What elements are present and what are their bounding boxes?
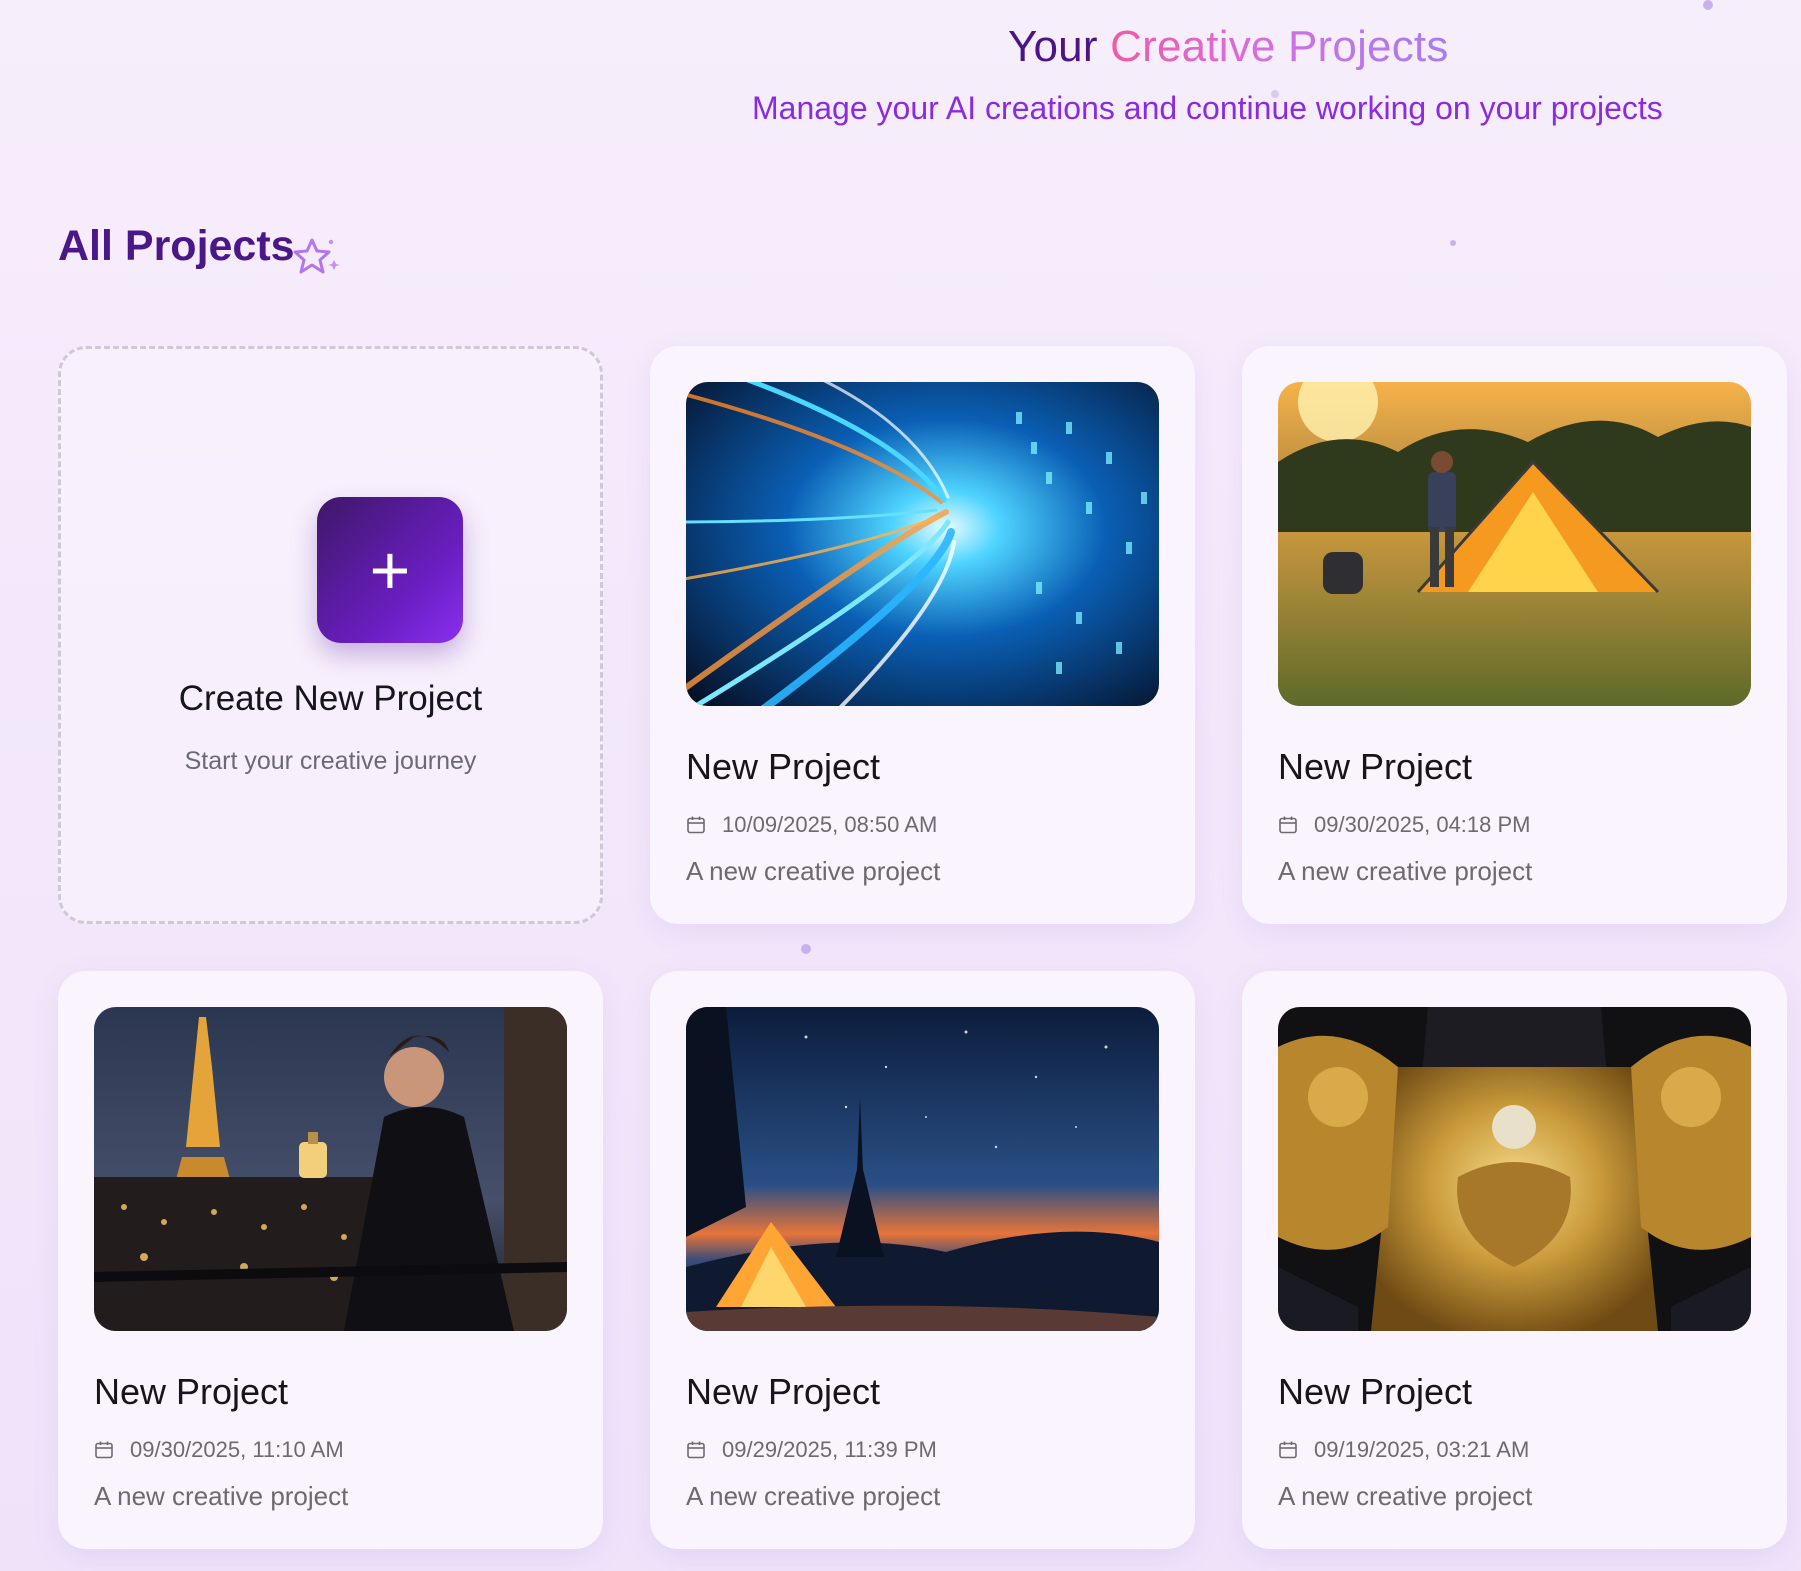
project-thumbnail[interactable] <box>94 1007 567 1331</box>
starry-tent-image <box>686 1007 1159 1331</box>
project-thumbnail[interactable] <box>1278 1007 1751 1331</box>
project-card[interactable]: New Project 09/19/2025, 03:21 AM A new c… <box>1242 971 1787 1549</box>
project-description: A new creative project <box>1278 856 1533 886</box>
project-date: 09/29/2025, 11:39 PM <box>686 1437 937 1463</box>
section-title: All Projects <box>58 222 295 270</box>
create-card-title: Create New Project <box>178 679 483 718</box>
project-card[interactable]: New Project 09/29/2025, 11:39 PM A new c… <box>650 971 1195 1549</box>
project-date: 09/19/2025, 03:21 AM <box>1278 1437 1529 1463</box>
sparkle-star-icon <box>293 238 340 274</box>
camper-tent-image <box>1278 382 1751 706</box>
project-date-text: 10/09/2025, 08:50 AM <box>722 812 938 837</box>
project-card[interactable]: New Project 09/30/2025, 04:18 PM A new c… <box>1242 346 1787 924</box>
project-date-text: 09/30/2025, 04:18 PM <box>1314 812 1531 837</box>
project-thumbnail[interactable] <box>686 1007 1159 1331</box>
perfume-eiffel-image <box>94 1007 567 1331</box>
page-title-part1: Your <box>1008 22 1098 71</box>
project-card[interactable]: New Project 10/09/2025, 08:50 AM A new c… <box>650 346 1195 924</box>
project-description: A new creative project <box>686 1481 941 1511</box>
plus-icon: + <box>369 531 411 609</box>
create-project-plus-button[interactable]: + <box>317 497 463 643</box>
project-date-text: 09/30/2025, 11:10 AM <box>130 1437 344 1462</box>
project-card[interactable]: New Project 09/30/2025, 11:10 AM A new c… <box>58 971 603 1549</box>
page-subtitle: Manage your AI creations and continue wo… <box>752 90 1663 126</box>
project-title: New Project <box>686 1371 881 1412</box>
calendar-icon <box>687 816 705 834</box>
project-description: A new creative project <box>94 1481 349 1511</box>
calendar-icon <box>1279 1441 1297 1459</box>
project-description: A new creative project <box>686 856 941 886</box>
neon-tunnel-image <box>686 382 1159 706</box>
calendar-icon <box>95 1441 113 1459</box>
page-title-part2: Creative Projects <box>1110 22 1449 71</box>
golden-armor-image <box>1278 1007 1751 1331</box>
project-title: New Project <box>1278 1371 1473 1412</box>
calendar-icon <box>1279 816 1297 834</box>
calendar-icon <box>687 1441 705 1459</box>
create-card-subtitle: Start your creative journey <box>184 747 477 775</box>
page-title: Your Creative Projects <box>1008 22 1449 72</box>
project-date: 10/09/2025, 08:50 AM <box>686 812 937 838</box>
project-thumbnail[interactable] <box>686 382 1159 706</box>
project-thumbnail[interactable] <box>1278 382 1751 706</box>
project-date: 09/30/2025, 04:18 PM <box>1278 812 1531 838</box>
project-title: New Project <box>1278 746 1473 787</box>
decorative-dot <box>801 944 811 954</box>
decorative-dot <box>1703 0 1713 10</box>
create-new-project-card[interactable]: + Create New Project Start your creative… <box>58 346 603 924</box>
project-title: New Project <box>94 1371 289 1412</box>
project-date-text: 09/29/2025, 11:39 PM <box>722 1437 937 1462</box>
project-title: New Project <box>686 746 881 787</box>
project-description: A new creative project <box>1278 1481 1533 1511</box>
project-date: 09/30/2025, 11:10 AM <box>94 1437 344 1463</box>
decorative-dot <box>1450 240 1456 246</box>
project-date-text: 09/19/2025, 03:21 AM <box>1314 1437 1530 1462</box>
